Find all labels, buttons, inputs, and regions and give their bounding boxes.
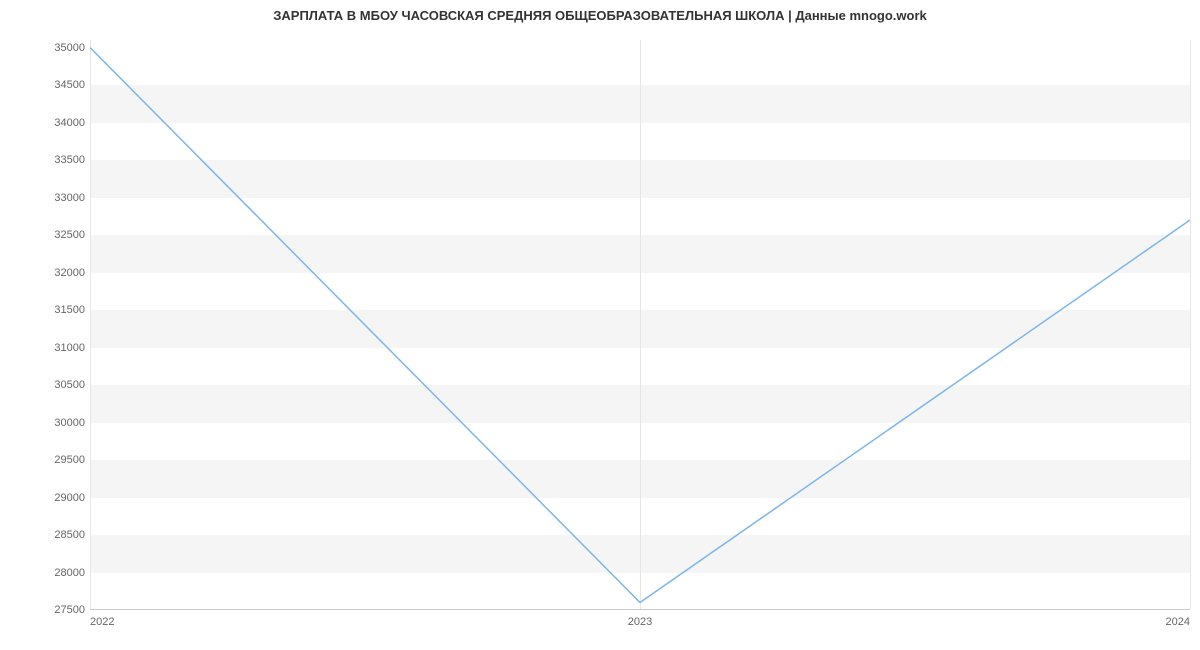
data-line	[90, 48, 1190, 603]
y-tick-label: 27500	[0, 604, 85, 616]
y-tick-label: 34500	[0, 79, 85, 91]
y-tick-label: 29000	[0, 492, 85, 504]
chart-container: ЗАРПЛАТА В МБОУ ЧАСОВСКАЯ СРЕДНЯЯ ОБЩЕОБ…	[0, 0, 1200, 650]
y-tick-label: 29500	[0, 454, 85, 466]
y-tick-label: 35000	[0, 42, 85, 54]
line-series	[90, 40, 1190, 610]
y-tick-label: 31000	[0, 342, 85, 354]
y-tick-label: 33000	[0, 192, 85, 204]
y-tick-label: 30000	[0, 417, 85, 429]
plot-area	[90, 40, 1190, 610]
x-gridline	[1190, 40, 1191, 609]
y-tick-label: 32500	[0, 229, 85, 241]
y-tick-label: 28000	[0, 567, 85, 579]
x-tick-label: 2023	[628, 616, 652, 628]
y-tick-label: 34000	[0, 117, 85, 129]
y-tick-label: 32000	[0, 267, 85, 279]
y-tick-label: 31500	[0, 304, 85, 316]
x-tick-label: 2024	[1166, 616, 1190, 628]
y-tick-label: 28500	[0, 529, 85, 541]
y-tick-label: 33500	[0, 154, 85, 166]
x-tick-label: 2022	[90, 616, 114, 628]
chart-title: ЗАРПЛАТА В МБОУ ЧАСОВСКАЯ СРЕДНЯЯ ОБЩЕОБ…	[0, 8, 1200, 23]
y-tick-label: 30500	[0, 379, 85, 391]
